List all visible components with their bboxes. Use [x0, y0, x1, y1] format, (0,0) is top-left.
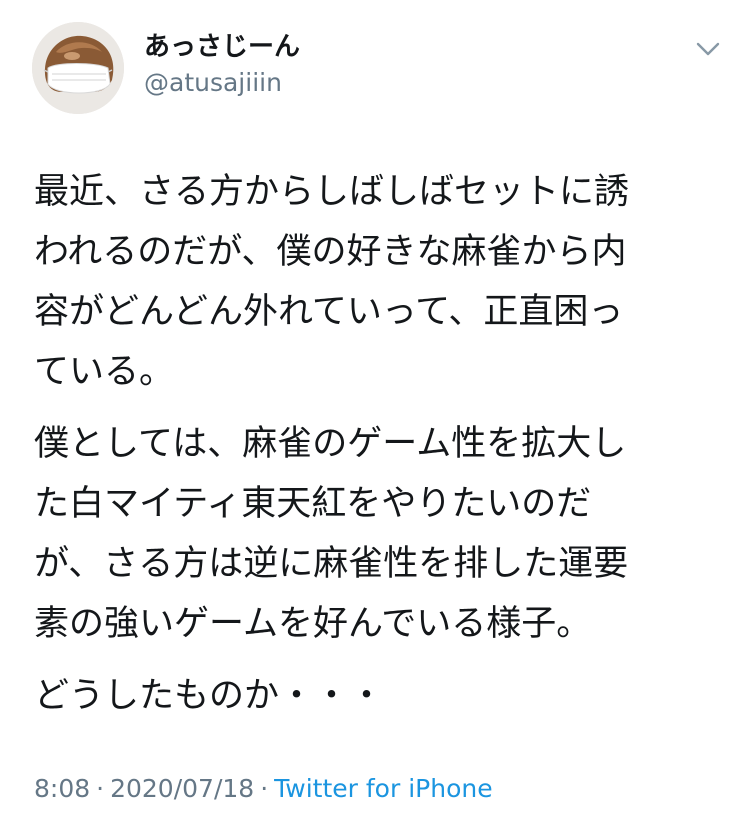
tweet-text: 最近、さる方からしばしばセットに誘 われるのだが、僕の好きな麻雀から内 容がどん… [34, 162, 734, 726]
tweet-paragraph: 最近、さる方からしばしばセットに誘 われるのだが、僕の好きな麻雀から内 容がどん… [34, 162, 734, 402]
tweet-date[interactable]: 2020/07/18 [110, 774, 254, 803]
tweet-paragraph: 僕としては、麻雀のゲーム性を拡大し た白マイティ東天紅をやりたいのだ が、さる方… [34, 414, 734, 654]
tweet-line: ている。 [34, 352, 175, 392]
meta-separator: · [96, 774, 105, 803]
display-name[interactable]: あっさじーん [144, 30, 300, 64]
tweet-line: 容がどんどん外れていって、正直困っ [34, 292, 624, 332]
tweet-card: あっさじーん @atusajiiin 最近、さる方からしばしばセットに誘 われる… [0, 0, 749, 829]
avatar[interactable] [32, 22, 124, 114]
tweet-menu-button[interactable] [694, 38, 722, 60]
tweet-line: 最近、さる方からしばしばセットに誘 [34, 172, 630, 212]
tweet-line: が、さる方は逆に麻雀性を排した運要 [34, 544, 629, 584]
masked-face-avatar-icon [32, 22, 124, 114]
user-handle[interactable]: @atusajiiin [144, 66, 300, 100]
tweet-meta: 8:08 · 2020/07/18 · Twitter for iPhone [34, 772, 493, 806]
tweet-line: 素の強いゲームを好んでいる様子。 [34, 604, 592, 644]
tweet-paragraph: どうしたものか・・・ [34, 666, 734, 726]
tweet-line: どうしたものか・・・ [34, 676, 385, 716]
tweet-line: われるのだが、僕の好きな麻雀から内 [34, 232, 627, 272]
tweet-line: 僕としては、麻雀のゲーム性を拡大し [34, 424, 627, 464]
tweet-line: た白マイティ東天紅をやりたいのだ [34, 484, 592, 524]
tweet-source-link[interactable]: Twitter for iPhone [274, 774, 492, 803]
meta-separator: · [260, 774, 269, 803]
chevron-down-icon [696, 42, 720, 56]
tweet-time[interactable]: 8:08 [34, 774, 90, 803]
user-header: あっさじーん @atusajiiin [144, 30, 300, 100]
